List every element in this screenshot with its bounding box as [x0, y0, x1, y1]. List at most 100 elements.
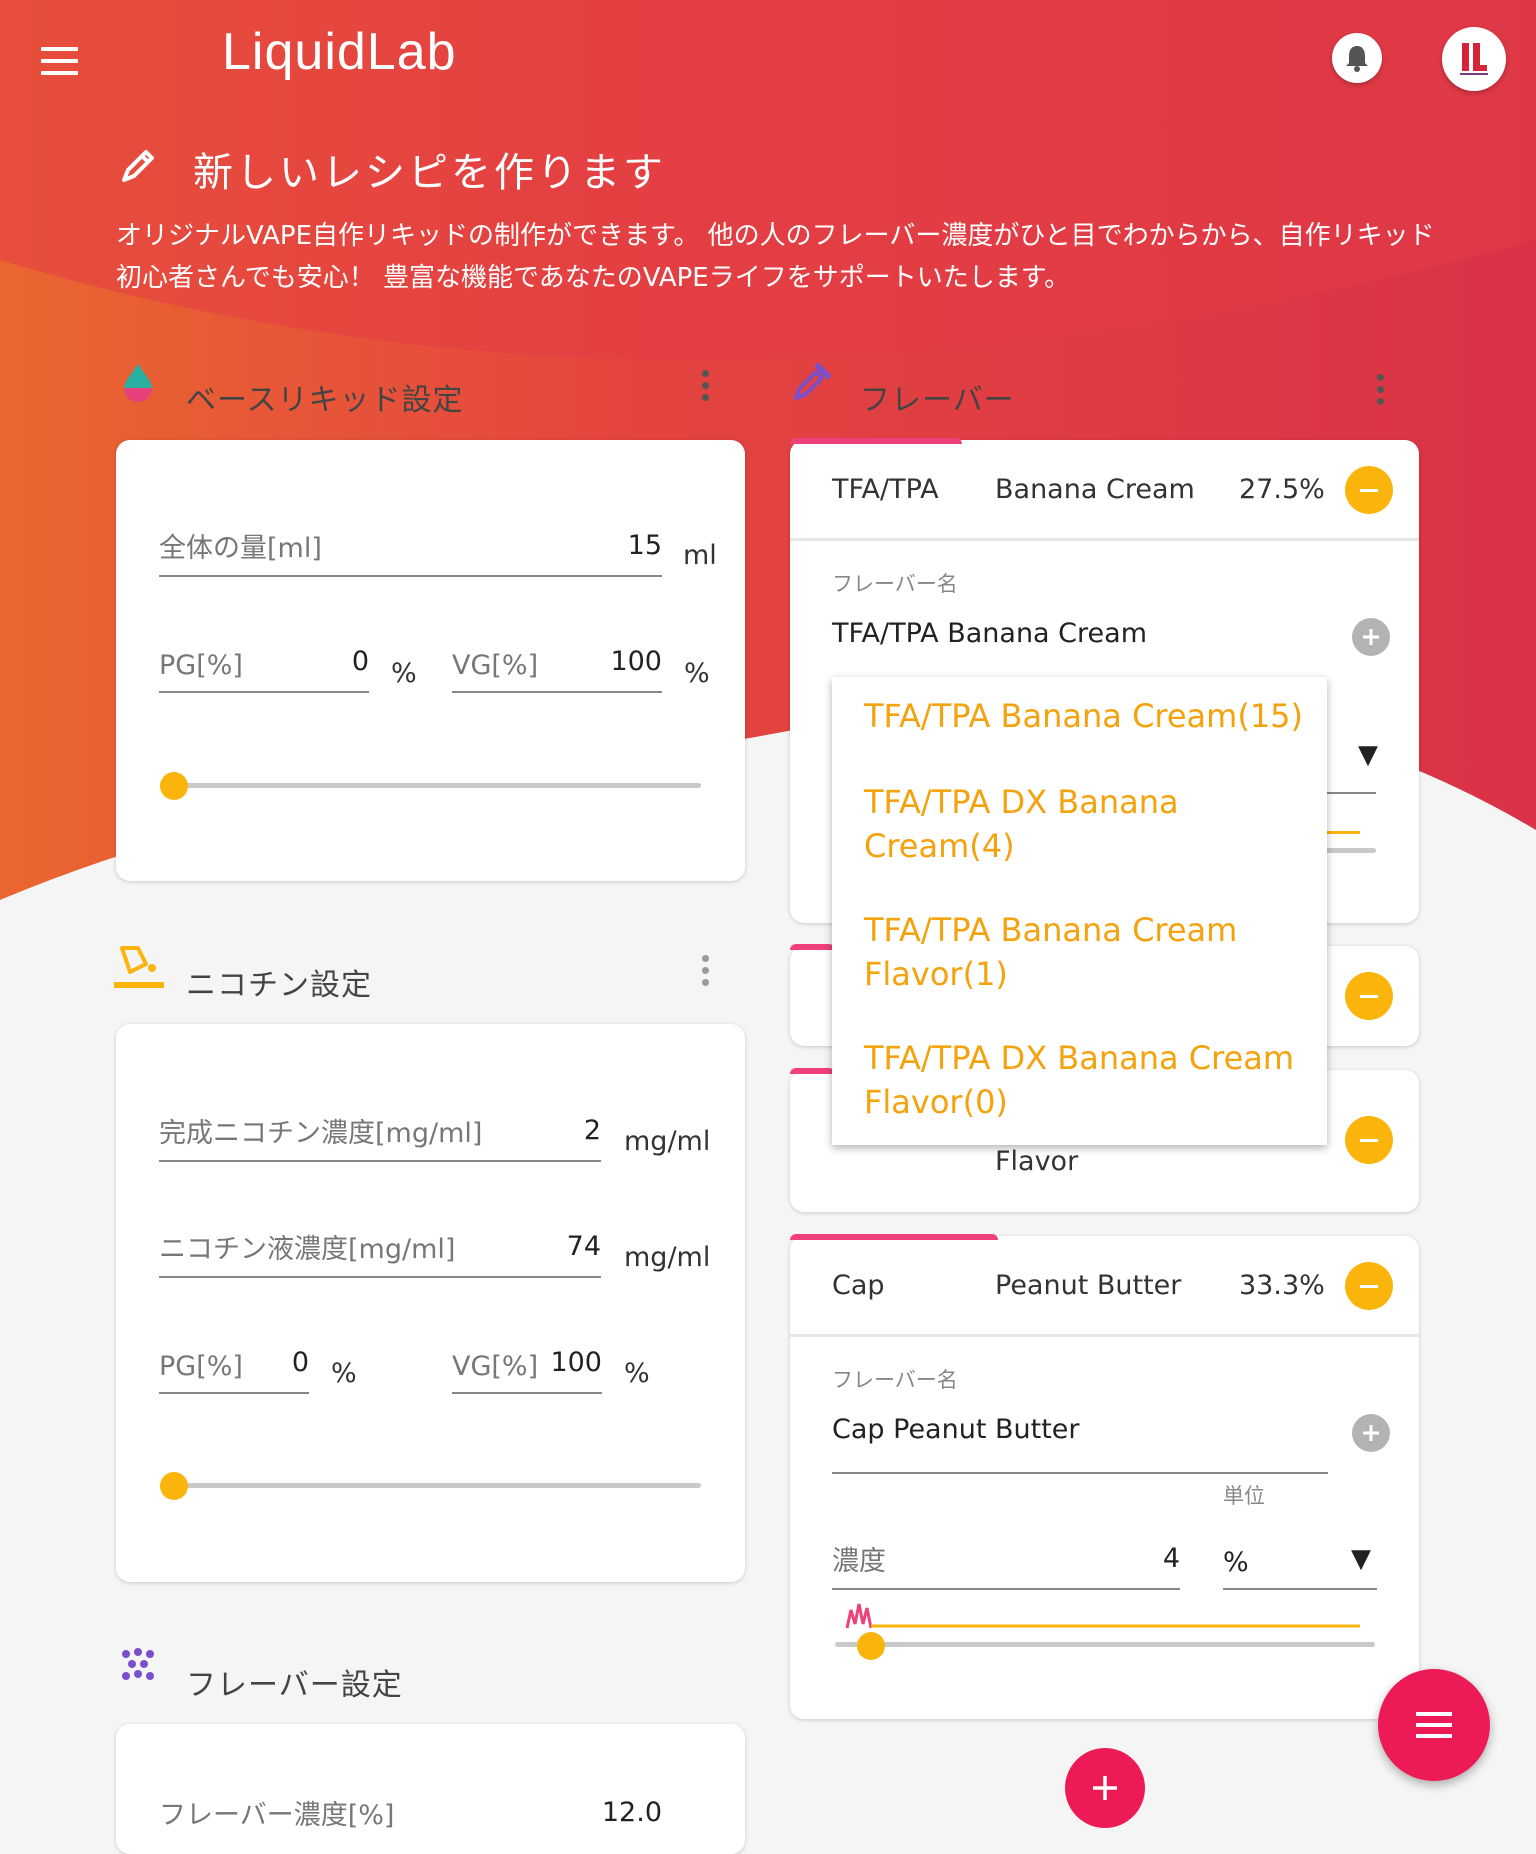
flavor-concentration-field[interactable]: フレーバー濃度[%] 12.0	[159, 1794, 662, 1842]
flavor-1-name: Banana Cream	[995, 474, 1195, 505]
user-avatar[interactable]	[1442, 27, 1506, 91]
notification-button[interactable]	[1332, 33, 1382, 83]
nicotine-pg-value[interactable]: 0	[292, 1347, 309, 1378]
minus-icon	[1360, 1138, 1378, 1142]
flavor-concentration-label: フレーバー濃度[%]	[159, 1800, 395, 1831]
flavors-section-title: フレーバー	[860, 383, 1015, 418]
suggestion-item[interactable]: TFA/TPA DX Banana Cream Flavor(0)	[864, 1036, 1304, 1124]
flavor-settings-section-title: フレーバー設定	[186, 1668, 403, 1703]
suggestion-item[interactable]: TFA/TPA DX Banana Cream(4)	[864, 780, 1304, 868]
plus-icon	[1363, 629, 1379, 645]
flavor-4-divider	[790, 1334, 1419, 1337]
base-pg-field[interactable]: PG[%] 0	[159, 643, 369, 693]
total-amount-unit: ml	[683, 540, 717, 571]
target-nicotine-value[interactable]: 2	[584, 1115, 601, 1146]
base-vg-field[interactable]: VG[%] 100	[452, 643, 662, 693]
remove-flavor-1-button[interactable]	[1345, 466, 1393, 514]
flavor-1-name-field-label: フレーバー名	[832, 572, 958, 596]
page-title: 新しいレシピを作ります	[193, 150, 666, 196]
fab-menu-button[interactable]	[1378, 1669, 1490, 1781]
flavor-4-concentration-field[interactable]: 濃度 4	[832, 1540, 1180, 1590]
base-pg-vg-slider[interactable]	[174, 783, 701, 788]
remove-flavor-4-button[interactable]	[1345, 1262, 1393, 1310]
base-slider-thumb[interactable]	[160, 772, 188, 800]
pencil-icon	[122, 150, 154, 182]
flavor-card-4-tab	[790, 1234, 998, 1240]
flavor-4-name-field-label: フレーバー名	[832, 1368, 958, 1392]
base-liquid-menu-icon[interactable]	[702, 370, 710, 406]
nicotine-vg-unit: %	[624, 1358, 650, 1389]
nicotine-slider-thumb[interactable]	[160, 1472, 188, 1500]
base-pg-value[interactable]: 0	[352, 646, 369, 677]
dropper-icon	[794, 363, 831, 400]
target-nicotine-unit: mg/ml	[624, 1126, 711, 1157]
unit-label: 単位	[1223, 1484, 1265, 1508]
flavor-4-concentration-label: 濃度	[832, 1546, 886, 1577]
flavor-4-name-input[interactable]: Cap Peanut Butter	[832, 1414, 1080, 1445]
add-flavor-4-button[interactable]	[1352, 1414, 1390, 1452]
flavor-card-2-tab	[790, 944, 835, 950]
flavor-4-slider-thumb[interactable]	[857, 1632, 885, 1660]
remove-flavor-3-button[interactable]	[1345, 1116, 1393, 1164]
flavor-4-name-underline	[832, 1472, 1328, 1474]
minus-icon	[1360, 488, 1378, 492]
nicotine-section-title: ニコチン設定	[186, 968, 372, 1003]
flavors-menu-icon[interactable]	[1377, 374, 1385, 410]
chevron-down-icon: ▼	[1351, 1544, 1371, 1574]
plus-icon	[1363, 1425, 1379, 1441]
target-nicotine-label: 完成ニコチン濃度[mg/ml]	[159, 1118, 483, 1149]
minus-icon	[1360, 1284, 1378, 1288]
nicotine-liquid-field[interactable]: ニコチン液濃度[mg/ml] 74	[159, 1228, 601, 1278]
hamburger-menu-icon[interactable]	[41, 47, 78, 75]
nicotine-liquid-value[interactable]: 74	[567, 1231, 601, 1262]
flavor-4-unit-select[interactable]: % ▼	[1223, 1540, 1377, 1590]
nicotine-menu-icon[interactable]	[702, 955, 710, 991]
nicotine-pg-field[interactable]: PG[%] 0	[159, 1344, 309, 1394]
total-amount-field[interactable]: 全体の量[ml] 15	[159, 527, 662, 577]
flavor-4-name: Peanut Butter	[995, 1270, 1182, 1301]
add-flavor-button[interactable]	[1065, 1748, 1145, 1828]
minus-icon	[1360, 994, 1378, 998]
menu-icon	[1416, 1712, 1452, 1738]
total-amount-label: 全体の量[ml]	[159, 533, 322, 564]
flavor-4-unit-value: %	[1223, 1547, 1249, 1578]
total-amount-value[interactable]: 15	[628, 530, 662, 561]
flavor-1-unit-caret-icon[interactable]: ▼	[1358, 740, 1378, 770]
suggestion-item[interactable]: TFA/TPA Banana Cream Flavor(1)	[864, 908, 1304, 996]
base-pg-label: PG[%]	[159, 650, 243, 681]
flavor-suggestion-dropdown: TFA/TPA Banana Cream(15) TFA/TPA DX Bana…	[832, 677, 1327, 1145]
bell-icon	[1346, 46, 1368, 72]
flavor-4-percent: 33.3%	[1239, 1270, 1325, 1301]
liquidlab-logo-icon	[1460, 43, 1488, 75]
flavor-4-concentration-value[interactable]: 4	[1163, 1543, 1180, 1574]
flavor-1-unit-underline	[1326, 792, 1376, 794]
base-pg-unit: %	[391, 658, 417, 689]
nicotine-vg-value[interactable]: 100	[550, 1347, 602, 1378]
flavor-1-slider-track[interactable]	[1326, 848, 1376, 853]
flavor-1-brand: TFA/TPA	[832, 474, 939, 505]
base-vg-unit: %	[684, 658, 710, 689]
suggestion-item[interactable]: TFA/TPA Banana Cream(15)	[864, 694, 1304, 738]
plus-icon	[1093, 1776, 1117, 1800]
flavor-1-name-input[interactable]: TFA/TPA Banana Cream	[832, 618, 1147, 649]
nicotine-pg-vg-slider[interactable]	[174, 1483, 701, 1488]
target-nicotine-field[interactable]: 完成ニコチン濃度[mg/ml] 2	[159, 1112, 601, 1162]
flavor-concentration-value[interactable]: 12.0	[602, 1797, 662, 1828]
flavor-4-slider[interactable]	[835, 1642, 1375, 1647]
add-flavor-1-button[interactable]	[1352, 618, 1390, 656]
nicotine-card	[116, 1024, 745, 1582]
paint-bucket-icon	[114, 946, 164, 988]
drop-icon	[124, 364, 152, 402]
flavor-1-chart-line	[1326, 831, 1360, 834]
nicotine-vg-field[interactable]: VG[%] 100	[452, 1344, 602, 1394]
flavor-4-brand: Cap	[832, 1270, 885, 1301]
base-vg-value[interactable]: 100	[610, 646, 662, 677]
dots-grid-icon	[122, 1648, 154, 1680]
nicotine-liquid-label: ニコチン液濃度[mg/ml]	[159, 1234, 456, 1265]
nicotine-pg-unit: %	[331, 1358, 357, 1389]
remove-flavor-2-button[interactable]	[1345, 972, 1393, 1020]
page-description: オリジナルVAPE自作リキッドの制作ができます。 他の人のフレーバー濃度がひと目…	[116, 221, 1435, 293]
flavor-card-1-tab	[790, 438, 962, 444]
app-logo: LiquidLab	[222, 23, 457, 81]
flavor-1-percent: 27.5%	[1239, 474, 1325, 505]
